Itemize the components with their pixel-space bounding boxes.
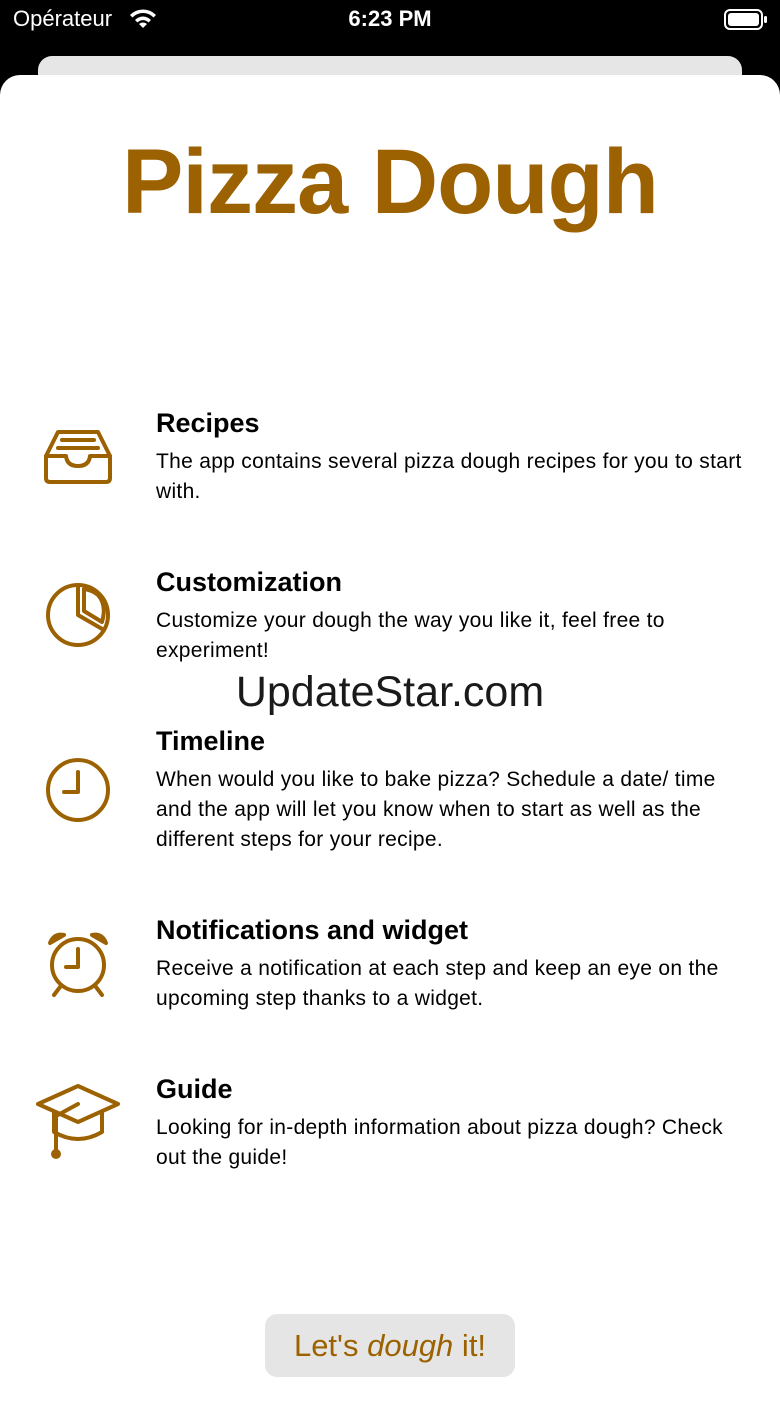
graduation-cap-icon: [36, 1082, 120, 1166]
cta-emphasis: dough: [367, 1327, 454, 1363]
welcome-sheet: [0, 75, 780, 1405]
feature-description: Looking for in-depth information about p…: [156, 1116, 723, 1169]
app-title: Pizza Dough: [122, 131, 659, 233]
feature-description: Receive a notification at each step and …: [156, 957, 719, 1010]
tray-icon: [36, 422, 120, 506]
feature-title: Timeline: [156, 726, 266, 756]
feature-title: Guide: [156, 1074, 233, 1104]
battery-icon: [724, 9, 768, 36]
feature-title: Recipes: [156, 408, 260, 438]
status-bar: Opérateur 6:23 PM: [0, 0, 780, 44]
status-time: 6:23 PM: [348, 6, 432, 31]
feature-description: When would you like to bake pizza? Sched…: [156, 768, 716, 851]
cta-suffix: it!: [453, 1327, 487, 1363]
feature-description: The app contains several pizza dough rec…: [156, 450, 742, 503]
feature-title: Notifications and widget: [156, 915, 469, 945]
cta-prefix: Let's: [293, 1327, 368, 1363]
pie-chart-icon: [36, 579, 120, 663]
feature-title: Customization: [156, 567, 342, 597]
clock-icon: [36, 754, 120, 838]
lets-dough-it-button[interactable]: Let's dough it!: [265, 1314, 515, 1377]
alarm-clock-icon: [36, 927, 120, 1011]
feature-description: Customize your dough the way you like it…: [156, 609, 665, 662]
